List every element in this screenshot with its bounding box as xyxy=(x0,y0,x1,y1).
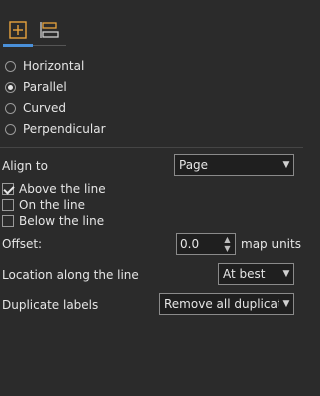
radio-label: Horizontal xyxy=(23,59,85,73)
active-tab-indicator xyxy=(3,44,33,47)
location-value: At best xyxy=(223,267,266,281)
radio-parallel[interactable]: Parallel xyxy=(5,78,67,96)
checkbox[interactable] xyxy=(2,198,14,211)
label-position-icon xyxy=(9,21,27,39)
offset-input[interactable] xyxy=(177,234,220,254)
checkbox-label: On the line xyxy=(19,197,86,212)
radio-label: Parallel xyxy=(23,80,67,94)
radio-perpendicular[interactable]: Perpendicular xyxy=(5,120,106,138)
chevron-down-icon: ▼ xyxy=(282,299,290,309)
radio-label: Curved xyxy=(23,101,67,115)
spin-up-icon[interactable]: ▲ xyxy=(224,235,230,244)
radio-horizontal[interactable]: Horizontal xyxy=(5,57,84,75)
section-divider xyxy=(0,147,303,148)
offset-label: Offset: xyxy=(2,237,43,251)
label-layout-icon xyxy=(40,22,59,38)
align-to-label: Align to xyxy=(2,159,48,173)
radio-button[interactable] xyxy=(5,102,16,114)
checkbox-on-line[interactable]: On the line xyxy=(2,197,85,212)
radio-button[interactable] xyxy=(5,60,16,72)
align-to-value: Page xyxy=(179,158,209,172)
chevron-down-icon: ▼ xyxy=(282,160,290,170)
duplicates-value: Remove all duplicates xyxy=(164,297,279,311)
radio-button[interactable] xyxy=(5,81,16,93)
radio-button[interactable] xyxy=(5,123,16,135)
checkbox[interactable] xyxy=(2,182,14,195)
chevron-down-icon: ▼ xyxy=(282,269,290,279)
location-label: Location along the line xyxy=(2,268,139,282)
location-dropdown[interactable]: At best ▼ xyxy=(218,263,294,285)
radio-curved[interactable]: Curved xyxy=(5,99,66,117)
tab-divider xyxy=(33,45,66,46)
checkbox-below-line[interactable]: Below the line xyxy=(2,213,104,228)
radio-label: Perpendicular xyxy=(23,122,106,136)
offset-unit: map units xyxy=(241,237,301,251)
checkbox[interactable] xyxy=(2,214,14,227)
offset-stepper[interactable]: ▲ ▼ xyxy=(176,233,236,255)
spin-buttons: ▲ ▼ xyxy=(220,234,235,254)
checkbox-label: Below the line xyxy=(19,213,105,228)
spin-down-icon[interactable]: ▼ xyxy=(224,244,230,253)
duplicates-label: Duplicate labels xyxy=(2,298,99,312)
checkbox-label: Above the line xyxy=(19,181,106,196)
duplicates-dropdown[interactable]: Remove all duplicates ▼ xyxy=(159,293,294,315)
tab-position[interactable] xyxy=(3,8,31,44)
align-to-dropdown[interactable]: Page ▼ xyxy=(174,154,294,176)
checkbox-above-line[interactable]: Above the line xyxy=(2,181,106,196)
tab-layout[interactable] xyxy=(33,8,61,44)
